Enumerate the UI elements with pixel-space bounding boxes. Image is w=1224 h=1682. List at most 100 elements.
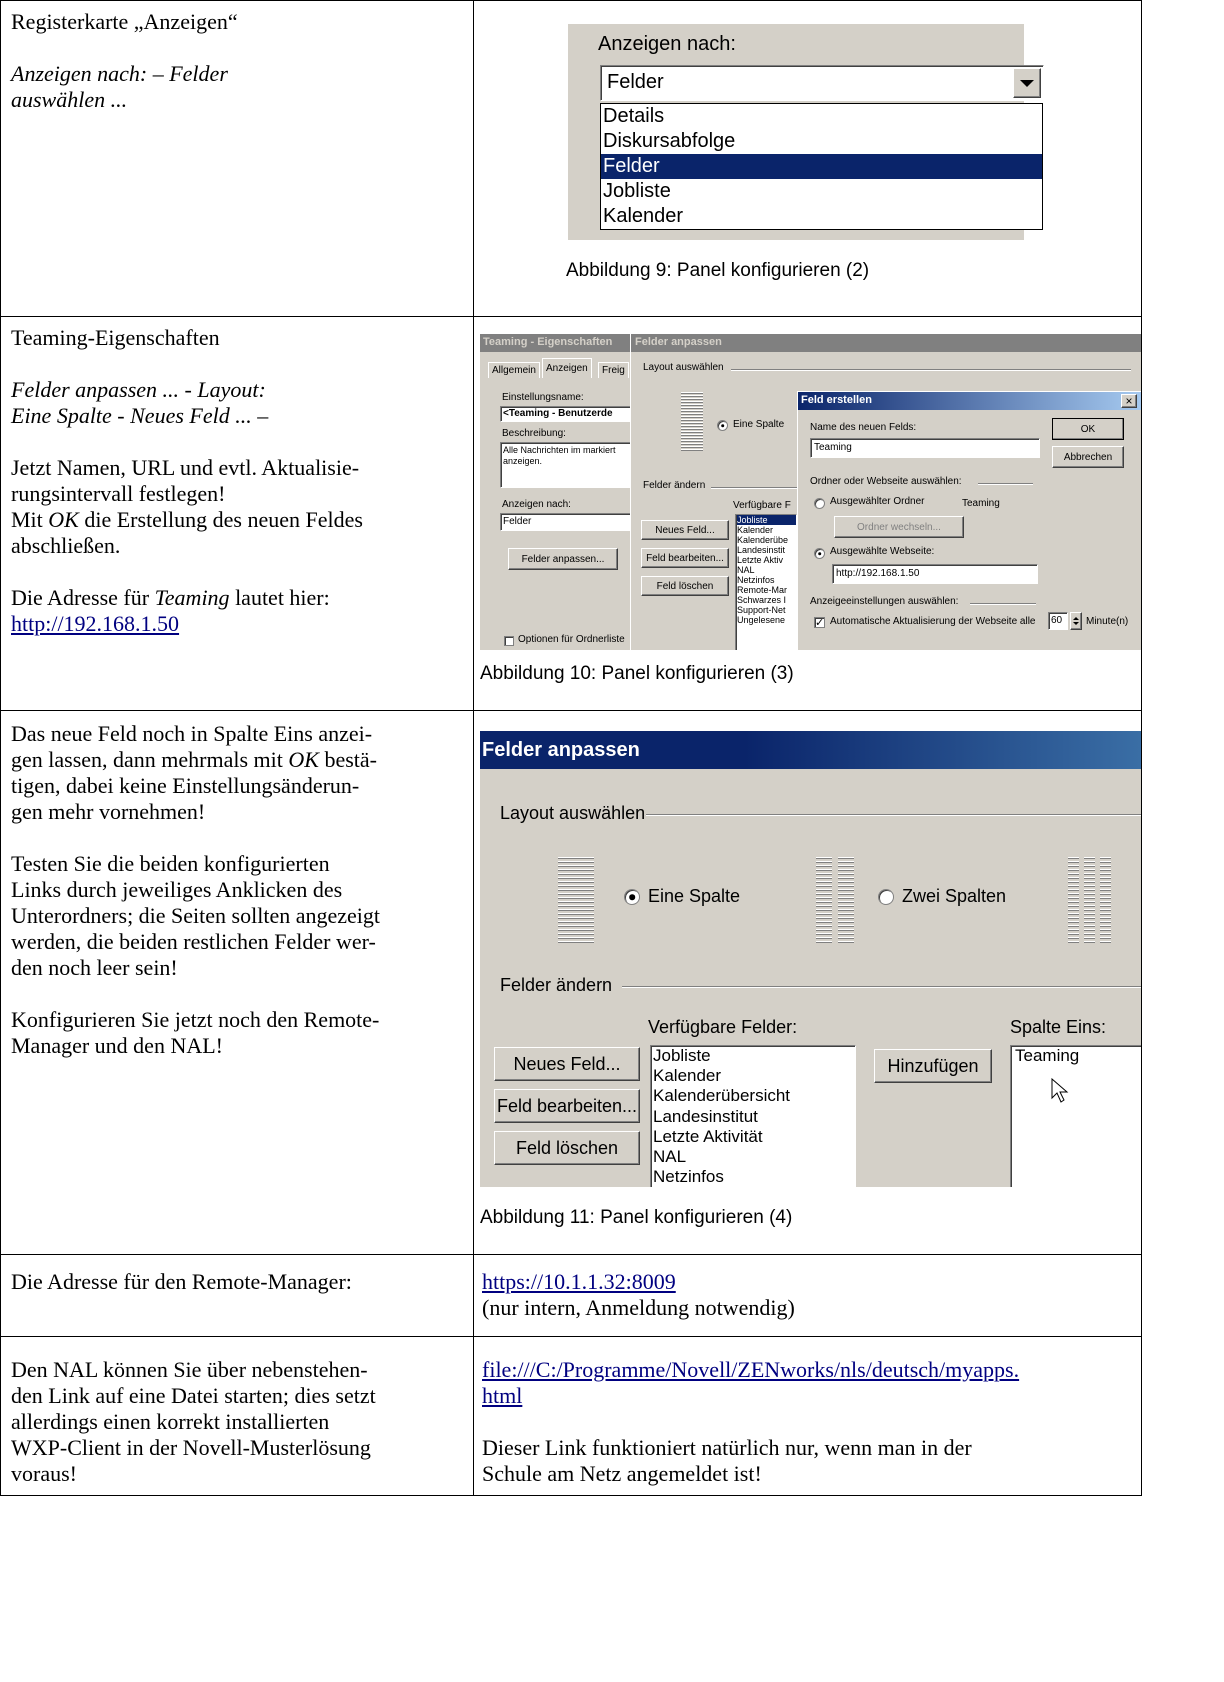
folder-options-checkbox[interactable] — [504, 636, 514, 646]
instruction-text: Testen Sie die beiden konfigurierten — [11, 851, 330, 876]
interval-spinner[interactable] — [1070, 612, 1082, 630]
nal-file-link-continued[interactable]: html — [482, 1383, 522, 1408]
ok-button[interactable]: OK — [1052, 418, 1124, 440]
list-item[interactable]: Landesinstit — [737, 545, 796, 555]
instruction-text: werden, die beiden restlichen Felder wer… — [11, 929, 376, 954]
column-one-list[interactable]: Teaming — [1010, 1045, 1141, 1187]
available-fields-list[interactable]: Jobliste Kalender Kalenderübersicht Landesi… — [650, 1045, 856, 1187]
customize-fields-button[interactable]: Felder anpassen... — [508, 548, 618, 570]
list-item[interactable]: Kalenderübersicht — [653, 1086, 855, 1106]
close-icon[interactable]: × — [1121, 394, 1137, 408]
two-column-layout-icon — [816, 857, 854, 943]
list-item[interactable]: Netzinfos — [653, 1167, 855, 1187]
list-item[interactable]: Teaming — [1015, 1046, 1141, 1066]
one-column-label: Eine Spalte — [648, 886, 741, 906]
left-cell: Registerkarte „Anzeigen“ Anzeigen nach: … — [0, 0, 474, 317]
view-by-field[interactable]: Felder — [500, 513, 634, 531]
properties-titlebar: Teaming - Eigenschaften — [480, 334, 630, 352]
list-item[interactable]: Jobliste — [737, 515, 796, 525]
list-item[interactable]: Support-Net — [737, 605, 796, 615]
instruction-text: WXP-Client in der Novell-Musterlösung — [11, 1435, 371, 1460]
list-item[interactable]: Kalender — [653, 1066, 855, 1086]
column-one-label: Spalte Eins: — [1010, 1017, 1107, 1037]
change-folder-button[interactable]: Ordner wechseln... — [834, 516, 964, 538]
list-item[interactable]: Remote-Mar — [737, 585, 796, 595]
settings-name-field[interactable]: <Teaming - Benutzerde — [500, 406, 634, 422]
interval-input[interactable]: 60 — [1048, 612, 1068, 630]
one-column-radio[interactable] — [624, 889, 640, 905]
field-name-input[interactable]: Teaming — [810, 438, 1040, 458]
list-item[interactable]: Ungelesene — [737, 615, 796, 625]
one-column-radio[interactable] — [717, 420, 728, 431]
tab-general[interactable]: Allgemein — [488, 362, 540, 378]
view-by-combo[interactable]: Felder — [600, 65, 1044, 101]
instruction-text: Unterordners; die Seiten sollten angezei… — [11, 903, 380, 928]
edit-field-button[interactable]: Feld bearbeiten... — [494, 1089, 640, 1123]
tab-sharing[interactable]: Freig — [598, 362, 629, 378]
link-note: (nur intern, Anmeldung notwendig) — [482, 1295, 795, 1320]
nal-file-link[interactable]: file:///C:/Programme/Novell/ZENworks/nls… — [482, 1357, 1019, 1382]
chevron-down-icon — [1020, 79, 1034, 87]
instruction-italic: auswählen ... — [11, 87, 128, 112]
dropdown-option[interactable]: Diskursabfolge — [601, 129, 1042, 154]
list-item[interactable]: Netzinfos — [737, 575, 796, 585]
instruction-table: Registerkarte „Anzeigen“ Anzeigen nach: … — [0, 0, 1142, 1496]
document-page: Registerkarte „Anzeigen“ Anzeigen nach: … — [0, 0, 1224, 1682]
add-button[interactable]: Hinzufügen — [874, 1049, 992, 1083]
list-item[interactable]: Kalender — [737, 525, 796, 535]
left-cell: Das neue Feld noch in Spalte Eins anzei-… — [0, 710, 474, 1255]
instruction-text: Die Adresse für den Remote-Manager: — [11, 1269, 352, 1294]
dropdown-list: Details Diskursabfolge Felder Jobliste Kalen… — [600, 103, 1043, 230]
instruction-text: Konfigurieren Sie jetzt noch den Remote- — [11, 1007, 380, 1032]
list-item[interactable]: Jobliste — [653, 1046, 855, 1066]
new-field-button[interactable]: Neues Feld... — [494, 1047, 640, 1081]
description-field[interactable]: Alle Nachrichten im markiert anzeigen. — [500, 442, 634, 488]
selected-folder-radio[interactable] — [814, 498, 825, 509]
right-cell: Teaming - Eigenschaften Allgemein Anzeig… — [473, 316, 1142, 711]
selected-folder-value: Teaming — [962, 498, 1000, 509]
one-column-label: Eine Spalte — [733, 419, 785, 430]
dropdown-option[interactable]: Details — [601, 104, 1042, 129]
list-item[interactable]: Landesinstitut — [653, 1107, 855, 1127]
view-by-label: Anzeigen nach: — [502, 499, 571, 510]
instruction-text: rungsintervall festlegen! — [11, 481, 226, 506]
delete-field-button[interactable]: Feld löschen — [641, 576, 729, 596]
website-url-input[interactable]: http://192.168.1.50 — [832, 564, 1038, 584]
instruction-text: tigen, dabei keine Einstellungsänderun- — [11, 773, 360, 798]
available-fields-list[interactable]: Jobliste Kalender Kalenderübe Landesinstit L… — [735, 514, 797, 650]
folder-options-label: Optionen für Ordnerliste — [518, 634, 625, 645]
auto-refresh-checkbox[interactable]: ✓ — [814, 617, 825, 629]
instruction-text: Manager und den NAL! — [11, 1033, 223, 1058]
right-cell: file:///C:/Programme/Novell/ZENworks/nls… — [473, 1336, 1142, 1496]
chevron-up-icon — [1073, 617, 1079, 620]
figure-caption: Abbildung 10: Panel konfigurieren (3) — [480, 663, 794, 684]
edit-field-button[interactable]: Feld bearbeiten... — [641, 548, 729, 568]
view-by-label: Anzeigen nach: — [598, 33, 736, 55]
right-cell: Felder anpassen Layout auswählen Eine Sp… — [473, 710, 1142, 1255]
list-item[interactable]: Letzte Aktivität — [653, 1127, 855, 1147]
two-columns-radio[interactable] — [878, 889, 894, 905]
combo-arrow-button[interactable] — [1013, 68, 1041, 98]
dropdown-option[interactable]: Felder — [601, 154, 1042, 179]
link-note: Dieser Link funktioniert natürlich nur, … — [482, 1435, 972, 1460]
list-item[interactable]: Schwarzes I — [737, 595, 796, 605]
remote-manager-link[interactable]: https://10.1.1.32:8009 — [482, 1269, 676, 1294]
one-column-layout-icon — [681, 392, 703, 452]
list-item[interactable]: NAL — [737, 565, 796, 575]
list-item[interactable]: Kalenderübe — [737, 535, 796, 545]
list-item[interactable]: Letzte Aktiv — [737, 555, 796, 565]
settings-name-label: Einstellungsname: — [502, 392, 584, 403]
selected-website-radio[interactable] — [814, 548, 825, 559]
dropdown-option[interactable]: Jobliste — [601, 179, 1042, 204]
new-field-button[interactable]: Neues Feld... — [641, 520, 729, 540]
display-settings-label: Anzeigeeinstellungen auswählen: — [810, 596, 959, 607]
link-note: Schule am Netz angemeldet ist! — [482, 1461, 762, 1486]
available-fields-label: Verfügbare F — [733, 500, 791, 511]
teaming-url-link[interactable]: http://192.168.1.50 — [11, 611, 179, 636]
cancel-button[interactable]: Abbrechen — [1052, 446, 1124, 468]
tab-display[interactable]: Anzeigen — [542, 358, 592, 378]
dropdown-option[interactable]: Kalender — [601, 204, 1042, 229]
delete-field-button[interactable]: Feld löschen — [494, 1131, 640, 1165]
list-item[interactable]: NAL — [653, 1147, 855, 1167]
table-row: Teaming-Eigenschaften Felder anpassen ..… — [0, 316, 1142, 711]
